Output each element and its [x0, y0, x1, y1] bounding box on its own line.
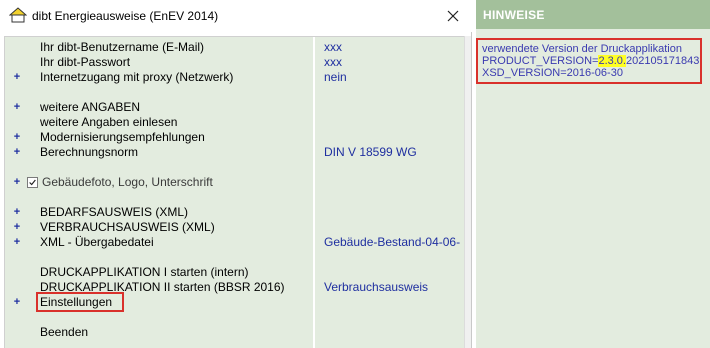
item-value[interactable]: xxx [324, 55, 464, 70]
item-value[interactable]: nein [324, 70, 464, 85]
item-label: Ihr dibt-Passwort [40, 55, 131, 69]
item-value[interactable]: DIN V 18599 WG [324, 145, 464, 160]
list-item-einstellungen[interactable]: + Einstellungen [5, 292, 465, 312]
settings-list: Ihr dibt-Benutzername (E-Mail) xxx Ihr d… [4, 36, 465, 348]
item-label: Einstellungen [40, 295, 113, 309]
item-value[interactable]: xxx [324, 40, 464, 55]
hinweise-panel: HINWEISE verwendete Version der Druckapp… [476, 0, 710, 348]
expand-icon[interactable]: + [12, 130, 22, 145]
item-label: Berechnungsnorm [40, 145, 139, 159]
product-version-key: PRODUCT_VERSION= [482, 55, 599, 67]
list-item[interactable]: + XML - Übergabedatei Gebäude-Bestand-04… [5, 235, 465, 250]
list-item[interactable]: + Internetzugang mit proxy (Netzwerk) ne… [5, 70, 465, 85]
close-icon[interactable] [440, 4, 466, 28]
list-item[interactable]: Ihr dibt-Passwort xxx [5, 55, 465, 70]
item-label: DRUCKAPPLIKATION I starten (intern) [40, 265, 249, 279]
scrollbar[interactable] [464, 36, 471, 348]
item-label: Beenden [40, 325, 89, 339]
title-bar: dibt Energieausweise (EnEV 2014) [0, 0, 472, 32]
main-window: dibt Energieausweise (EnEV 2014) Ihr dib… [0, 0, 472, 348]
list-item[interactable]: + weitere ANGABEN [5, 100, 465, 115]
item-label: Gebäudefoto, Logo, Unterschrift [42, 175, 213, 189]
list-item[interactable]: weitere Angaben einlesen [5, 115, 465, 130]
xsd-version: XSD_VERSION=2016-06-30 [482, 67, 623, 79]
checkbox-checked[interactable] [27, 177, 38, 188]
item-label: BEDARFSAUSWEIS (XML) [40, 205, 189, 219]
item-value[interactable]: Gebäude-Bestand-04-06- [324, 235, 464, 250]
expand-icon[interactable]: + [12, 295, 22, 310]
expand-icon[interactable]: + [12, 100, 22, 115]
item-label: Ihr dibt-Benutzername (E-Mail) [40, 40, 205, 54]
expand-icon[interactable]: + [12, 235, 22, 250]
list-item[interactable]: + BEDARFSAUSWEIS (XML) [5, 205, 465, 220]
hinweise-header: HINWEISE [476, 0, 710, 29]
list-item[interactable]: + Modernisierungsempfehlungen [5, 130, 465, 145]
list-item[interactable]: + Berechnungsnorm DIN V 18599 WG [5, 145, 465, 160]
product-version-highlight: 2.3.0. [598, 55, 626, 67]
item-label: weitere ANGABEN [40, 100, 141, 114]
item-value[interactable]: Verbrauchsausweis [324, 280, 464, 295]
list-item[interactable]: Ihr dibt-Benutzername (E-Mail) xxx [5, 40, 465, 55]
product-version-build: 202105171843 [625, 55, 700, 67]
item-label: Internetzugang mit proxy (Netzwerk) [40, 70, 234, 84]
item-label: XML - Übergabedatei [40, 235, 154, 249]
house-icon [9, 7, 27, 23]
item-label: VERBRAUCHSAUSWEIS (XML) [40, 220, 215, 234]
expand-icon[interactable]: + [12, 175, 22, 190]
list-item[interactable]: Beenden [5, 325, 465, 340]
expand-icon[interactable]: + [12, 70, 22, 85]
list-item[interactable]: + VERBRAUCHSAUSWEIS (XML) [5, 220, 465, 235]
item-label: weitere Angaben einlesen [40, 115, 178, 129]
list-item[interactable]: + Gebäudefoto, Logo, Unterschrift [5, 175, 465, 190]
hinweise-title: HINWEISE [483, 8, 545, 22]
list-item[interactable]: DRUCKAPPLIKATION I starten (intern) [5, 265, 465, 280]
version-info-box: verwendete Version der Druckapplikation … [476, 38, 702, 84]
expand-icon[interactable]: + [12, 205, 22, 220]
window-title: dibt Energieausweise (EnEV 2014) [32, 9, 219, 23]
expand-icon[interactable]: + [12, 145, 22, 160]
item-label: Modernisierungsempfehlungen [40, 130, 205, 144]
expand-icon[interactable]: + [12, 220, 22, 235]
